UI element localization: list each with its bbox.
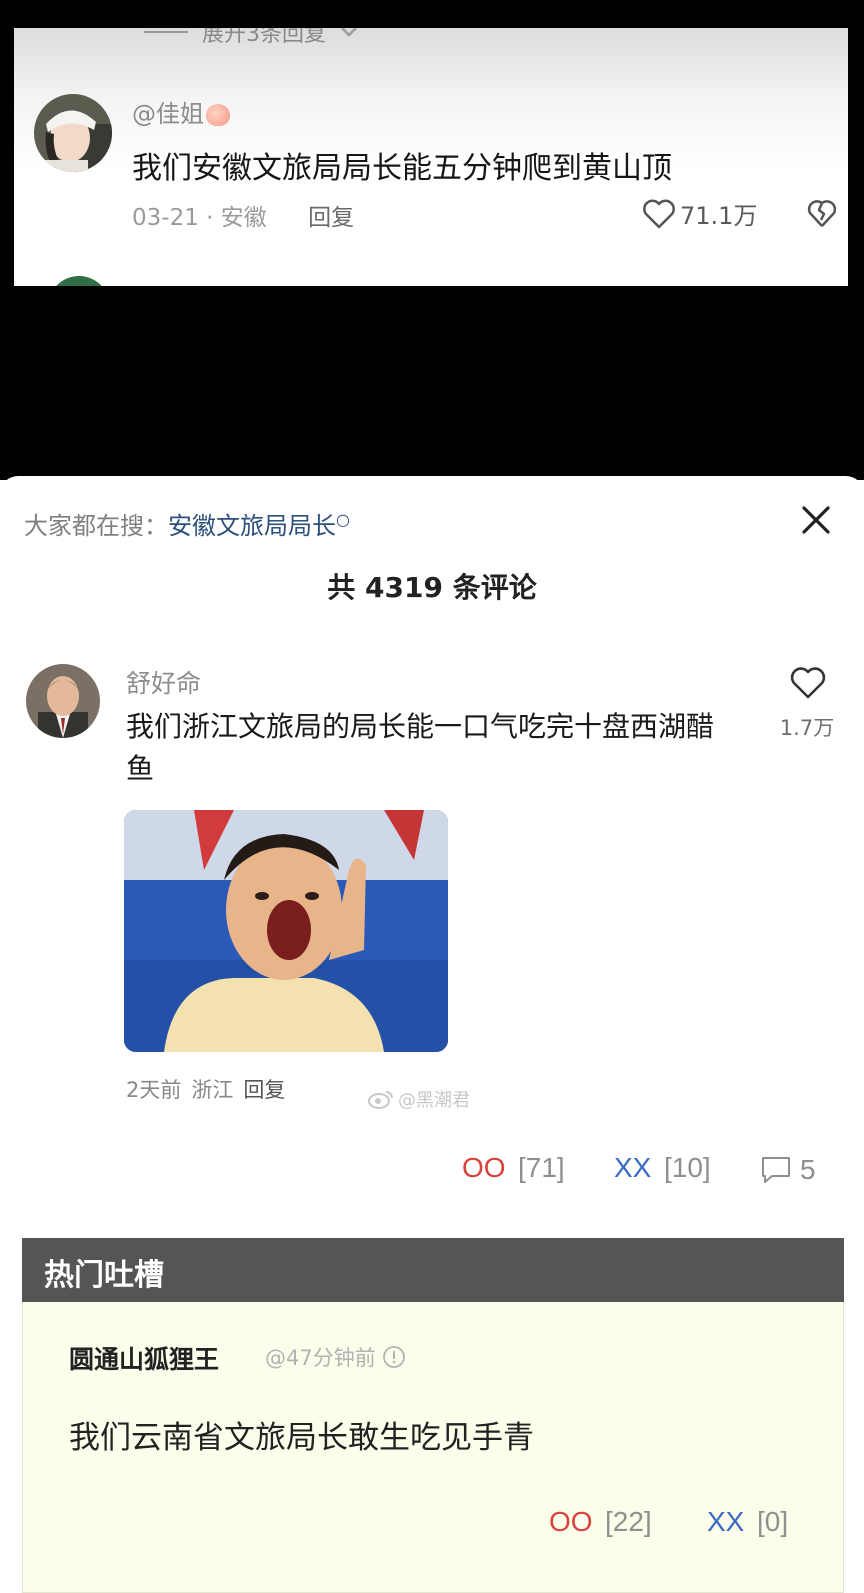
search-prefix: 大家都在搜： [24,512,168,540]
like-count: 1.7万 [779,716,835,740]
oo-count: [71] [518,1152,565,1183]
next-avatar [48,276,110,286]
oo-vote-button[interactable]: OO [549,1506,593,1538]
xx-vote-button[interactable]: XX [707,1506,744,1538]
expand-replies-row[interactable]: 展开3条回复 [144,28,358,48]
search-term-link[interactable]: 安徽文旅局局长 [168,512,336,540]
hot-comment-text: 我们云南省文旅局长敢生吃见手青 [69,1420,534,1456]
heart-icon [643,199,675,228]
comment-date: 03-21 [132,205,199,231]
expand-replies-label[interactable]: 展开3条回复 [202,28,326,48]
close-icon[interactable] [798,502,834,538]
peach-emoji-icon [206,104,230,126]
comment-text: 我们安徽文旅局局长能五分钟爬到黄山顶 [132,151,672,186]
like-count: 71.1万 [680,202,758,230]
oo-vote-button[interactable]: OO [462,1152,506,1184]
avatar[interactable] [26,664,100,738]
watermark: @黑潮君 [368,1086,470,1112]
heart-icon[interactable] [790,666,826,700]
info-icon[interactable] [382,1345,406,1369]
username[interactable]: 舒好命 [126,664,201,700]
chevron-down-icon [341,28,357,37]
meta-separator: · [206,205,214,231]
like-button[interactable]: 71.1万 [642,196,757,231]
comment-bubble-icon [762,1157,790,1183]
hot-section-header: 热门吐槽 [22,1238,844,1302]
reply-button[interactable]: 回复 [308,205,354,231]
xx-count: [0] [757,1506,789,1537]
vote-row: OO [71] XX [10] 5 [0,1152,864,1192]
comment-text: 我们浙江文旅局的局长能一口气吃完十盘西湖醋鱼 [126,710,715,785]
top-comment-panel: 展开3条回复 @佳姐 我们安徽文旅局局长能五分钟爬到黄山顶 03-21 · 安徽… [14,28,848,286]
comment-image[interactable] [124,810,448,1052]
hot-comment-time: @47分钟前 [265,1342,406,1372]
hot-section-title: 热门吐槽 [44,1258,164,1293]
comment-sheet: 大家都在搜：安徽文旅局局长○ 共 4319 条评论 舒好命 我们浙江文旅局的局长… [0,476,864,1116]
comment-meta: 2天前 浙江 回复 [126,1074,295,1104]
comment-time: 2天前 [126,1078,182,1102]
comment-count: 5 [800,1154,816,1185]
comment-count-title: 共 4319 条评论 [327,571,537,604]
hot-comment-card: 圆通山狐狸王 @47分钟前 我们云南省文旅局长敢生吃见手青 OO [22] XX… [22,1302,844,1593]
username[interactable]: @佳姐 [132,94,230,129]
hot-vote-row: OO [22] XX [0] [23,1506,843,1546]
oo-count: [22] [605,1506,652,1537]
reply-button[interactable]: 回复 [243,1078,285,1102]
comment-location: 安徽 [220,205,267,231]
expand-divider [144,31,188,33]
xx-vote-button[interactable]: XX [614,1152,651,1184]
search-icon: ○ [336,510,350,529]
avatar[interactable] [34,94,112,172]
watermark-text: @黑潮君 [398,1090,470,1111]
broken-heart-icon [807,200,837,227]
xx-count: [10] [664,1152,711,1183]
comment-location: 浙江 [191,1078,234,1102]
comments-button[interactable]: 5 [760,1154,816,1186]
username[interactable]: 圆通山狐狸王 [69,1340,219,1376]
dislike-button[interactable] [806,198,838,232]
comment-meta: 03-21 · 安徽 回复 [132,198,354,232]
weibo-logo-icon [368,1091,393,1109]
trending-search-row[interactable]: 大家都在搜：安徽文旅局局长○ [24,506,350,541]
